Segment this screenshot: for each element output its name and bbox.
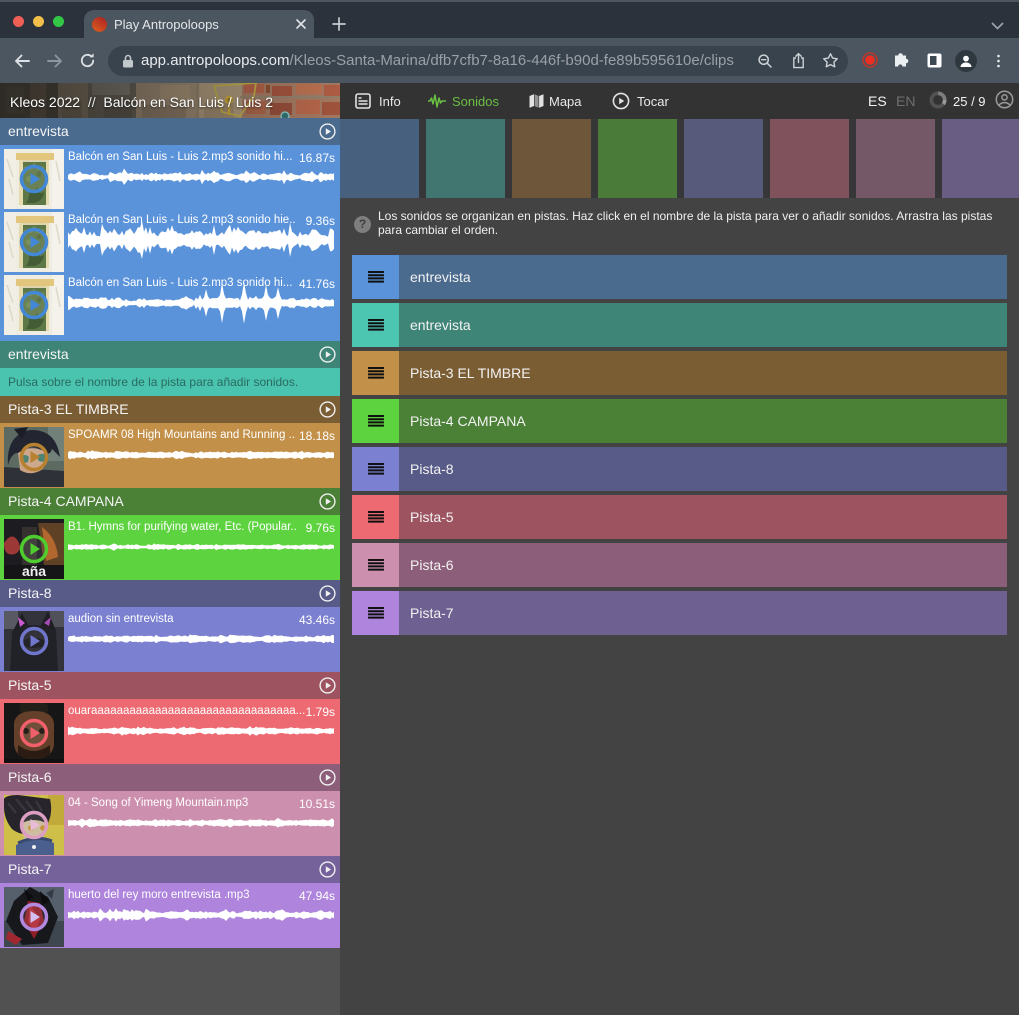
svg-text:aña: aña xyxy=(22,563,46,579)
